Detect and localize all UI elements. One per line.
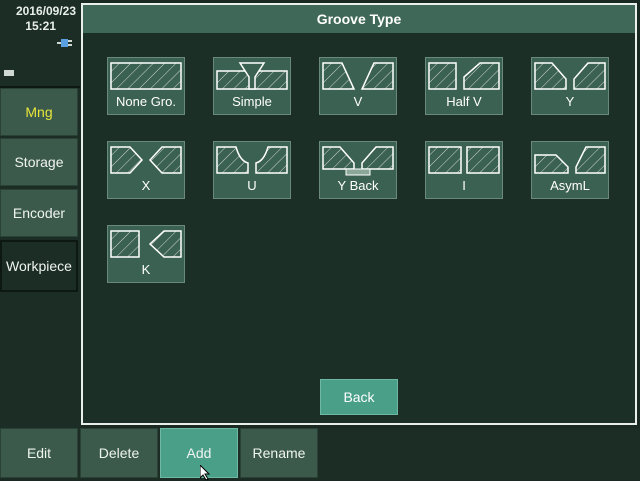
groove-option-y-back[interactable]: Y Back <box>319 141 397 199</box>
groove-label: U <box>247 178 257 193</box>
sidebar-item-label: Storage <box>14 154 64 170</box>
groove-option-v[interactable]: V <box>319 57 397 115</box>
groove-label: Simple <box>232 94 272 109</box>
groove-option-half-v[interactable]: Half V <box>425 57 503 115</box>
groove-label: V <box>353 94 363 109</box>
half-v-groove-icon <box>428 62 500 90</box>
dialog-title: Groove Type <box>83 5 635 33</box>
left-sidebar: 2016/09/23 15:21 Mng Storage Encoder Wor… <box>0 0 80 428</box>
k-groove-icon <box>110 230 182 258</box>
button-label: Delete <box>98 445 140 461</box>
delete-button[interactable]: Delete <box>80 428 158 478</box>
groove-label: None Gro. <box>116 94 176 109</box>
sidebar-item-label: Mng <box>25 104 53 120</box>
u-groove-icon <box>216 146 288 174</box>
groove-label: AsymL <box>550 178 590 193</box>
y-groove-icon <box>534 62 606 90</box>
simple-groove-icon <box>216 62 288 90</box>
x-groove-icon <box>110 146 182 174</box>
sidebar-item-label: Encoder <box>12 205 66 221</box>
groove-label: Y <box>565 94 575 109</box>
groove-option-none[interactable]: None Gro. <box>107 57 185 115</box>
sidebar-item-label: Workpiece <box>6 258 72 274</box>
sidebar-item-storage[interactable]: Storage <box>0 138 78 186</box>
sidebar-item-encoder[interactable]: Encoder <box>0 189 78 237</box>
groove-option-x[interactable]: X <box>107 141 185 199</box>
button-label: Edit <box>26 445 52 461</box>
groove-option-u[interactable]: U <box>213 141 291 199</box>
asym-l-groove-icon <box>534 146 606 174</box>
v-groove-icon <box>322 62 394 90</box>
none-groove-icon <box>110 62 182 90</box>
status-time: 15:21 <box>25 19 56 33</box>
groove-option-simple[interactable]: Simple <box>213 57 291 115</box>
back-button[interactable]: Back <box>320 379 398 415</box>
edit-button[interactable]: Edit <box>0 428 78 478</box>
sidebar-item-mng[interactable]: Mng <box>0 88 78 136</box>
rename-button[interactable]: Rename <box>240 428 318 478</box>
groove-label: Y Back <box>337 178 379 193</box>
i-groove-icon <box>428 146 500 174</box>
groove-label: I <box>462 178 466 193</box>
sidebar-item-workpiece[interactable]: Workpiece <box>0 240 78 292</box>
groove-option-k[interactable]: K <box>107 225 185 283</box>
groove-option-i[interactable]: I <box>425 141 503 199</box>
button-label: Rename <box>252 445 306 461</box>
battery-icon <box>4 70 14 76</box>
add-button[interactable]: Add <box>160 428 238 478</box>
groove-option-asym-l[interactable]: AsymL <box>531 141 609 199</box>
groove-type-dialog: Groove Type None Gro. Simple V Half V Y … <box>81 3 637 425</box>
bottom-toolbar: Edit Delete Add Rename <box>0 428 640 480</box>
status-date: 2016/09/23 <box>15 4 76 18</box>
y-back-groove-icon <box>322 146 394 176</box>
status-area: 2016/09/23 15:21 <box>0 0 80 88</box>
groove-label: K <box>141 262 151 277</box>
groove-option-y[interactable]: Y <box>531 57 609 115</box>
mouse-cursor-icon <box>200 465 211 481</box>
groove-label: Half V <box>446 94 482 109</box>
groove-label: X <box>141 178 151 193</box>
power-plug-icon <box>57 39 72 47</box>
button-label: Add <box>186 445 212 461</box>
